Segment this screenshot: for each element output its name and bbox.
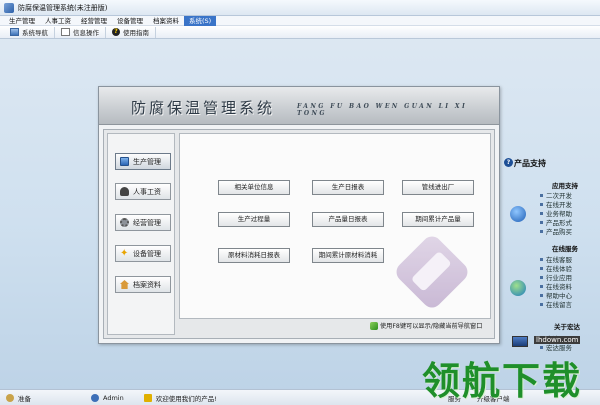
panel-pinyin: FANG FU BAO WEN GUAN LI XI TONG [297,103,468,117]
material-daily-button[interactable]: 原材料消耗日报表 [218,248,290,263]
hint-icon [370,321,378,330]
production-daily-button[interactable]: 生产日报表 [312,180,384,195]
menu-hr[interactable]: 人事工资 [40,16,76,26]
link-online-message[interactable]: 在线留言 [540,299,572,309]
status-welcome-text: 欢迎使用我们的产品! [155,394,217,403]
tools-logo-icon [392,232,472,312]
status-user-text: Admin [103,393,124,402]
monitor-icon [10,28,19,36]
window-titlebar: 防腐保温管理系统(未注册版) [0,0,600,16]
watermark-site: lhdown.com [534,336,581,344]
status-ready-text: 准备 [18,394,31,403]
status-user: Admin [91,393,124,402]
watermark-brand: 领航下载 [422,359,583,403]
nav-hr-button[interactable]: 人事工资 [115,183,171,200]
product-daily-button[interactable]: 产品量日报表 [312,212,384,227]
help-toolbar-button[interactable]: ? 使用指南 [106,26,156,38]
section-about: 关于宏达 [554,323,580,331]
menu-production[interactable]: 生产管理 [4,16,40,26]
checkbox-icon [61,28,70,36]
help-toolbar-label: 使用指南 [123,29,149,37]
star-icon [143,393,152,402]
arrow-icon [510,206,526,222]
toolbar: 系统导航 信息操作 ? 使用指南 [0,26,600,39]
status-welcome: 欢迎使用我们的产品! [143,393,217,403]
related-units-button[interactable]: 相关单位信息 [218,180,290,195]
person-icon [120,187,129,196]
laptop-icon [512,336,528,347]
section-online-service: 在线服务 [552,245,578,253]
gear-icon [120,218,129,227]
pipeline-in-out-button[interactable]: 管线进出厂 [402,180,474,195]
process-quantity-button[interactable]: 生产过程量 [218,212,290,227]
nav-equipment-label: 设备管理 [133,249,161,258]
nav-archive-label: 档案资料 [133,280,161,289]
monitor-icon [120,157,129,166]
nav-business-label: 经营管理 [133,218,161,227]
period-product-button[interactable]: 期间累计产品量 [402,212,474,227]
menu-equipment[interactable]: 设备管理 [112,16,148,26]
menu-system[interactable]: 系统(S) [184,15,217,26]
section-app-support: 应用支持 [552,182,578,190]
function-area: 相关单位信息 生产日报表 管线进出厂 生产过程量 产品量日报表 期间累计产品量 … [179,133,491,319]
panel-body: 生产管理 人事工资 经营管理 ✦ 设备管理 档案资料 相关单位信息 生产日报表 … [103,129,495,339]
user-icon [91,393,99,402]
panel-title: 防腐保温管理系统 [131,99,276,117]
help-icon: ? [504,158,513,167]
panel-header: 防腐保温管理系统 FANG FU BAO WEN GUAN LI XI TONG [99,87,499,125]
nav-production-button[interactable]: 生产管理 [115,153,171,170]
navigation-panel: 防腐保温管理系统 FANG FU BAO WEN GUAN LI XI TONG… [98,86,500,344]
house-icon [120,280,129,289]
nav-production-label: 生产管理 [133,157,161,166]
module-nav: 生产管理 人事工资 经营管理 ✦ 设备管理 档案资料 [107,133,175,335]
nav-business-button[interactable]: 经营管理 [115,214,171,231]
nav-hint: 使用F8键可以显示/隐藏当前导航窗口 [370,321,482,330]
nav-equipment-button[interactable]: ✦ 设备管理 [115,245,171,262]
window-title: 防腐保温管理系统(未注册版) [18,3,108,12]
status-ready: 准备 [6,393,31,403]
period-material-button[interactable]: 期间累计原材料消耗 [312,248,384,263]
menu-archive[interactable]: 档案资料 [148,16,184,26]
info-toolbar-label: 信息操作 [73,29,99,37]
nav-archive-button[interactable]: 档案资料 [115,276,171,293]
nav-hr-label: 人事工资 [133,187,161,196]
menu-business[interactable]: 经营管理 [76,16,112,26]
star-icon: ✦ [120,248,129,259]
ready-icon [6,393,14,402]
nav-toolbar-button[interactable]: 系统导航 [4,26,55,38]
support-title: 产品支持 [514,159,546,168]
info-toolbar-button[interactable]: 信息操作 [55,26,106,38]
nav-toolbar-label: 系统导航 [22,29,48,37]
nav-hint-text: 使用F8键可以显示/隐藏当前导航窗口 [380,323,483,330]
menubar: 生产管理 人事工资 经营管理 设备管理 档案资料 系统(S) [0,15,600,26]
help-icon: ? [112,28,120,36]
support-sidebar: ? 产品支持 应用支持 二次开发 在线开发 业务帮助 产品形式 产品购买 在线服… [504,150,600,365]
app-icon [4,2,14,13]
globe-icon [510,280,526,296]
link-product-buy[interactable]: 产品购买 [540,226,572,236]
